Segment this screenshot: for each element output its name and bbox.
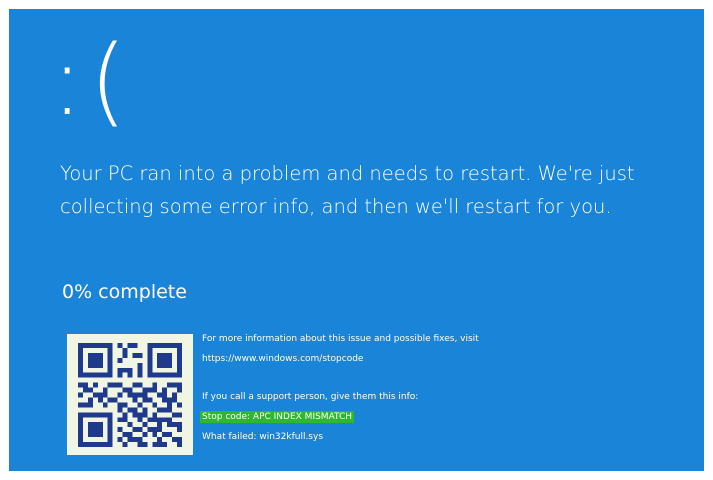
support-text: If you call a support person, give them … — [202, 392, 419, 402]
error-message: Your PC ran into a problem and needs to … — [60, 162, 635, 218]
qr-code-icon — [67, 334, 193, 455]
bsod-screen: :( Your PC ran into a problem and needs … — [9, 9, 704, 471]
stop-code: Stop code: APC INDEX MISMATCH — [200, 411, 355, 423]
stopcode-url: https://www.windows.com/stopcode — [202, 354, 364, 364]
more-info-text: For more information about this issue an… — [202, 334, 479, 344]
progress-text: 0% complete — [62, 281, 187, 303]
sad-face: :( — [51, 25, 133, 137]
what-failed: What failed: win32kfull.sys — [202, 432, 324, 442]
